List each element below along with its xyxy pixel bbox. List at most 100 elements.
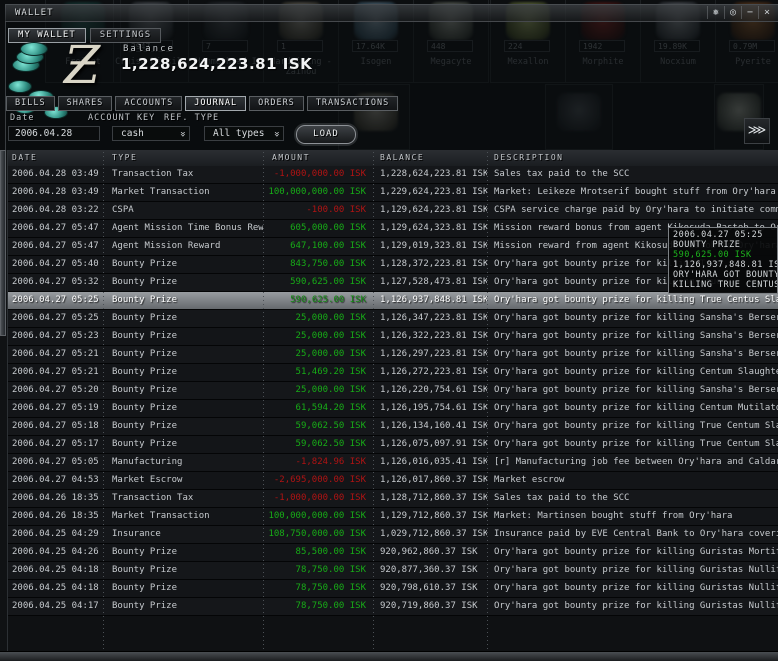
cell-balance: 1,129,712,860.37 ISK <box>380 511 487 521</box>
cell-amount: 25,000.00 ISK <box>295 313 366 323</box>
cell-description: Market: Leikeze Mrotserif bought stuff f… <box>494 187 776 197</box>
cell-amount: -2,695,000.00 ISK <box>273 475 366 485</box>
cell-type: Bounty Prize <box>112 331 178 341</box>
cell-type: Agent Mission Time Bonus Reward <box>112 223 263 233</box>
date-input[interactable] <box>8 126 100 141</box>
column-header-type[interactable]: TYPE <box>103 150 263 166</box>
account-key-label: ACCOUNT KEY <box>88 113 156 123</box>
cell-type: Market Transaction <box>112 187 210 197</box>
cell-balance: 1,128,372,223.81 ISK <box>380 259 487 269</box>
tooltip-line: 2006.04.27 05:25 <box>673 230 763 240</box>
column-header-balance[interactable]: BALANCE <box>373 150 487 166</box>
cell-date: 2006.04.25 04:18 <box>12 583 99 593</box>
cell-type: Bounty Prize <box>112 349 178 359</box>
cell-description: Ory'hara got bounty prize for killing Gu… <box>494 583 778 593</box>
tab-shares[interactable]: SHARES <box>57 96 113 111</box>
cell-description: Ory'hara got bounty prize for killing Sa… <box>494 313 778 323</box>
cell-balance: 1,126,016,035.41 ISK <box>380 457 487 467</box>
cell-date: 2006.04.25 04:17 <box>12 601 99 611</box>
cell-balance: 1,129,624,223.81 ISK <box>380 205 487 215</box>
window-bottom-edge[interactable] <box>0 651 778 661</box>
table-row[interactable]: 2006.04.27 05:19 Bounty Prize 61,594.20 IS… <box>8 400 778 418</box>
cell-description: Ory'hara got bounty prize for killing Sa… <box>494 349 778 359</box>
cell-balance: 1,126,134,160.41 ISK <box>380 421 487 431</box>
cell-amount: -1,824.96 ISK <box>295 457 366 467</box>
table-row[interactable]: 2006.04.27 05:32 Bounty Prize 590,625.00 I… <box>8 274 778 292</box>
table-row[interactable]: 2006.04.27 05:17 Bounty Prize 59,062.50 IS… <box>8 436 778 454</box>
table-row[interactable]: 2006.04.28 03:49 Transaction Tax -1,000,00… <box>8 166 778 184</box>
table-row[interactable]: 2006.04.25 04:26 Bounty Prize 85,500.00 IS… <box>8 544 778 562</box>
cell-type: Bounty Prize <box>112 439 178 449</box>
cell-amount: 108,750,000.00 ISK <box>268 529 366 539</box>
column-header-description[interactable]: DESCRIPTION <box>487 150 778 166</box>
table-row[interactable]: 2006.04.27 05:47 Agent Mission Reward 647,… <box>8 238 778 256</box>
cell-description: Sales tax paid to the SCC <box>494 493 630 503</box>
journal-table: 2006.04.28 03:49 Transaction Tax -1,000,00… <box>8 166 778 652</box>
scrollbar[interactable] <box>0 150 8 652</box>
cell-date: 2006.04.25 04:29 <box>12 529 99 539</box>
table-row[interactable]: 2006.04.27 05:21 Bounty Prize 51,469.20 IS… <box>8 364 778 382</box>
table-row[interactable]: 2006.04.28 03:22 CSPA -100.00 ISK 1,129,624… <box>8 202 778 220</box>
cell-description: Ory'hara got bounty prize for killing Sa… <box>494 331 778 341</box>
tab-orders[interactable]: ORDERS <box>249 96 304 111</box>
table-row[interactable]: 2006.04.27 05:25 Bounty Prize 25,000.00 IS… <box>8 310 778 328</box>
close-icon[interactable]: × <box>758 6 775 19</box>
cell-description: Ory'hara got bounty prize for killing Gu… <box>494 547 778 557</box>
table-row[interactable]: 2006.04.27 04:53 Market Escrow -2,695,000.… <box>8 472 778 490</box>
scrollbar-handle[interactable] <box>0 150 6 336</box>
tooltip-line: 1,126,937,848.81 ISK <box>673 260 777 270</box>
table-row[interactable]: 2006.04.25 04:18 Bounty Prize 78,750.00 IS… <box>8 562 778 580</box>
cell-amount: 100,000,000.00 ISK <box>268 187 366 197</box>
cell-description: CSPA service charge paid by Ory'hara to … <box>494 205 778 215</box>
account-key-select[interactable]: cash » <box>112 126 190 141</box>
cell-description: Ory'hara got bounty prize for killing Sa… <box>494 385 778 395</box>
cell-amount: 647,100.00 ISK <box>290 241 366 251</box>
cell-type: Bounty Prize <box>112 367 178 377</box>
cell-balance: 920,877,360.37 ISK <box>380 565 478 575</box>
minimize-icon[interactable]: − <box>741 6 758 19</box>
cell-date: 2006.04.28 03:49 <box>12 187 99 197</box>
tab-journal[interactable]: JOURNAL <box>185 96 247 111</box>
cell-description: Ory'hara got bounty prize for killing Gu… <box>494 601 778 611</box>
tab-transactions[interactable]: TRANSACTIONS <box>306 96 399 111</box>
window-titlebar[interactable]: WALLET ❅ ◎ − × <box>5 4 778 22</box>
table-row[interactable]: 2006.04.27 05:23 Bounty Prize 25,000.00 IS… <box>8 328 778 346</box>
table-row[interactable]: 2006.04.25 04:17 Bounty Prize 78,750.00 IS… <box>8 598 778 616</box>
cell-amount: 78,750.00 ISK <box>295 565 366 575</box>
cell-balance: 1,129,019,323.81 ISK <box>380 241 487 251</box>
table-row[interactable]: 2006.04.27 05:20 Bounty Prize 25,000.00 IS… <box>8 382 778 400</box>
blink-icon[interactable]: ❅ <box>707 6 724 19</box>
tab-bills[interactable]: BILLS <box>6 96 55 111</box>
table-row[interactable]: 2006.04.26 18:35 Transaction Tax -1,000,00… <box>8 490 778 508</box>
ref-type-select[interactable]: All types » <box>204 126 284 141</box>
cell-amount: -1,000,000.00 ISK <box>273 169 366 179</box>
table-row[interactable]: 2006.04.27 05:25 Bounty Prize 590,625.00 I… <box>8 292 778 310</box>
table-row[interactable]: 2006.04.27 05:18 Bounty Prize 59,062.50 IS… <box>8 418 778 436</box>
table-row[interactable]: 2006.04.26 18:35 Market Transaction 100,00… <box>8 508 778 526</box>
export-button[interactable]: ⋙ <box>744 118 770 144</box>
cell-description: Ory'hara got bounty prize for killing Tr… <box>494 295 778 305</box>
table-row[interactable]: 2006.04.27 05:47 Agent Mission Time Bonus… <box>8 220 778 238</box>
cell-amount: 78,750.00 ISK <box>295 583 366 593</box>
cell-date: 2006.04.27 05:17 <box>12 439 99 449</box>
table-row[interactable]: 2006.04.27 05:05 Manufacturing -1,824.96 I… <box>8 454 778 472</box>
cell-date: 2006.04.27 05:19 <box>12 403 99 413</box>
tab-accounts[interactable]: ACCOUNTS <box>115 96 183 111</box>
compact-icon[interactable]: ◎ <box>724 6 741 19</box>
journal-tab-strip: BILLS SHARES ACCOUNTS JOURNAL ORDERS TRANSACT… <box>6 96 399 111</box>
table-row[interactable]: 2006.04.27 05:21 Bounty Prize 25,000.00 IS… <box>8 346 778 364</box>
table-row[interactable]: 2006.04.28 03:49 Market Transaction 100,00… <box>8 184 778 202</box>
balance-value: 1,228,624,223.81 ISK <box>121 55 313 73</box>
cell-description: Insurance paid by EVE Central Bank to Or… <box>494 529 778 539</box>
cell-description: Ory'hara got bounty prize for killing Tr… <box>494 439 778 449</box>
cell-type: Bounty Prize <box>112 583 178 593</box>
cell-amount: 605,000.00 ISK <box>290 223 366 233</box>
column-header-amount[interactable]: AMOUNT <box>263 150 373 166</box>
cell-amount: 25,000.00 ISK <box>295 385 366 395</box>
cell-date: 2006.04.27 05:18 <box>12 421 99 431</box>
table-row[interactable]: 2006.04.27 05:40 Bounty Prize 843,750.00 I… <box>8 256 778 274</box>
column-header-date[interactable]: DATE <box>8 150 103 166</box>
table-row[interactable]: 2006.04.25 04:29 Insurance 108,750,000.00 … <box>8 526 778 544</box>
load-button[interactable]: LOAD <box>296 125 356 144</box>
table-row[interactable]: 2006.04.25 04:18 Bounty Prize 78,750.00 IS… <box>8 580 778 598</box>
